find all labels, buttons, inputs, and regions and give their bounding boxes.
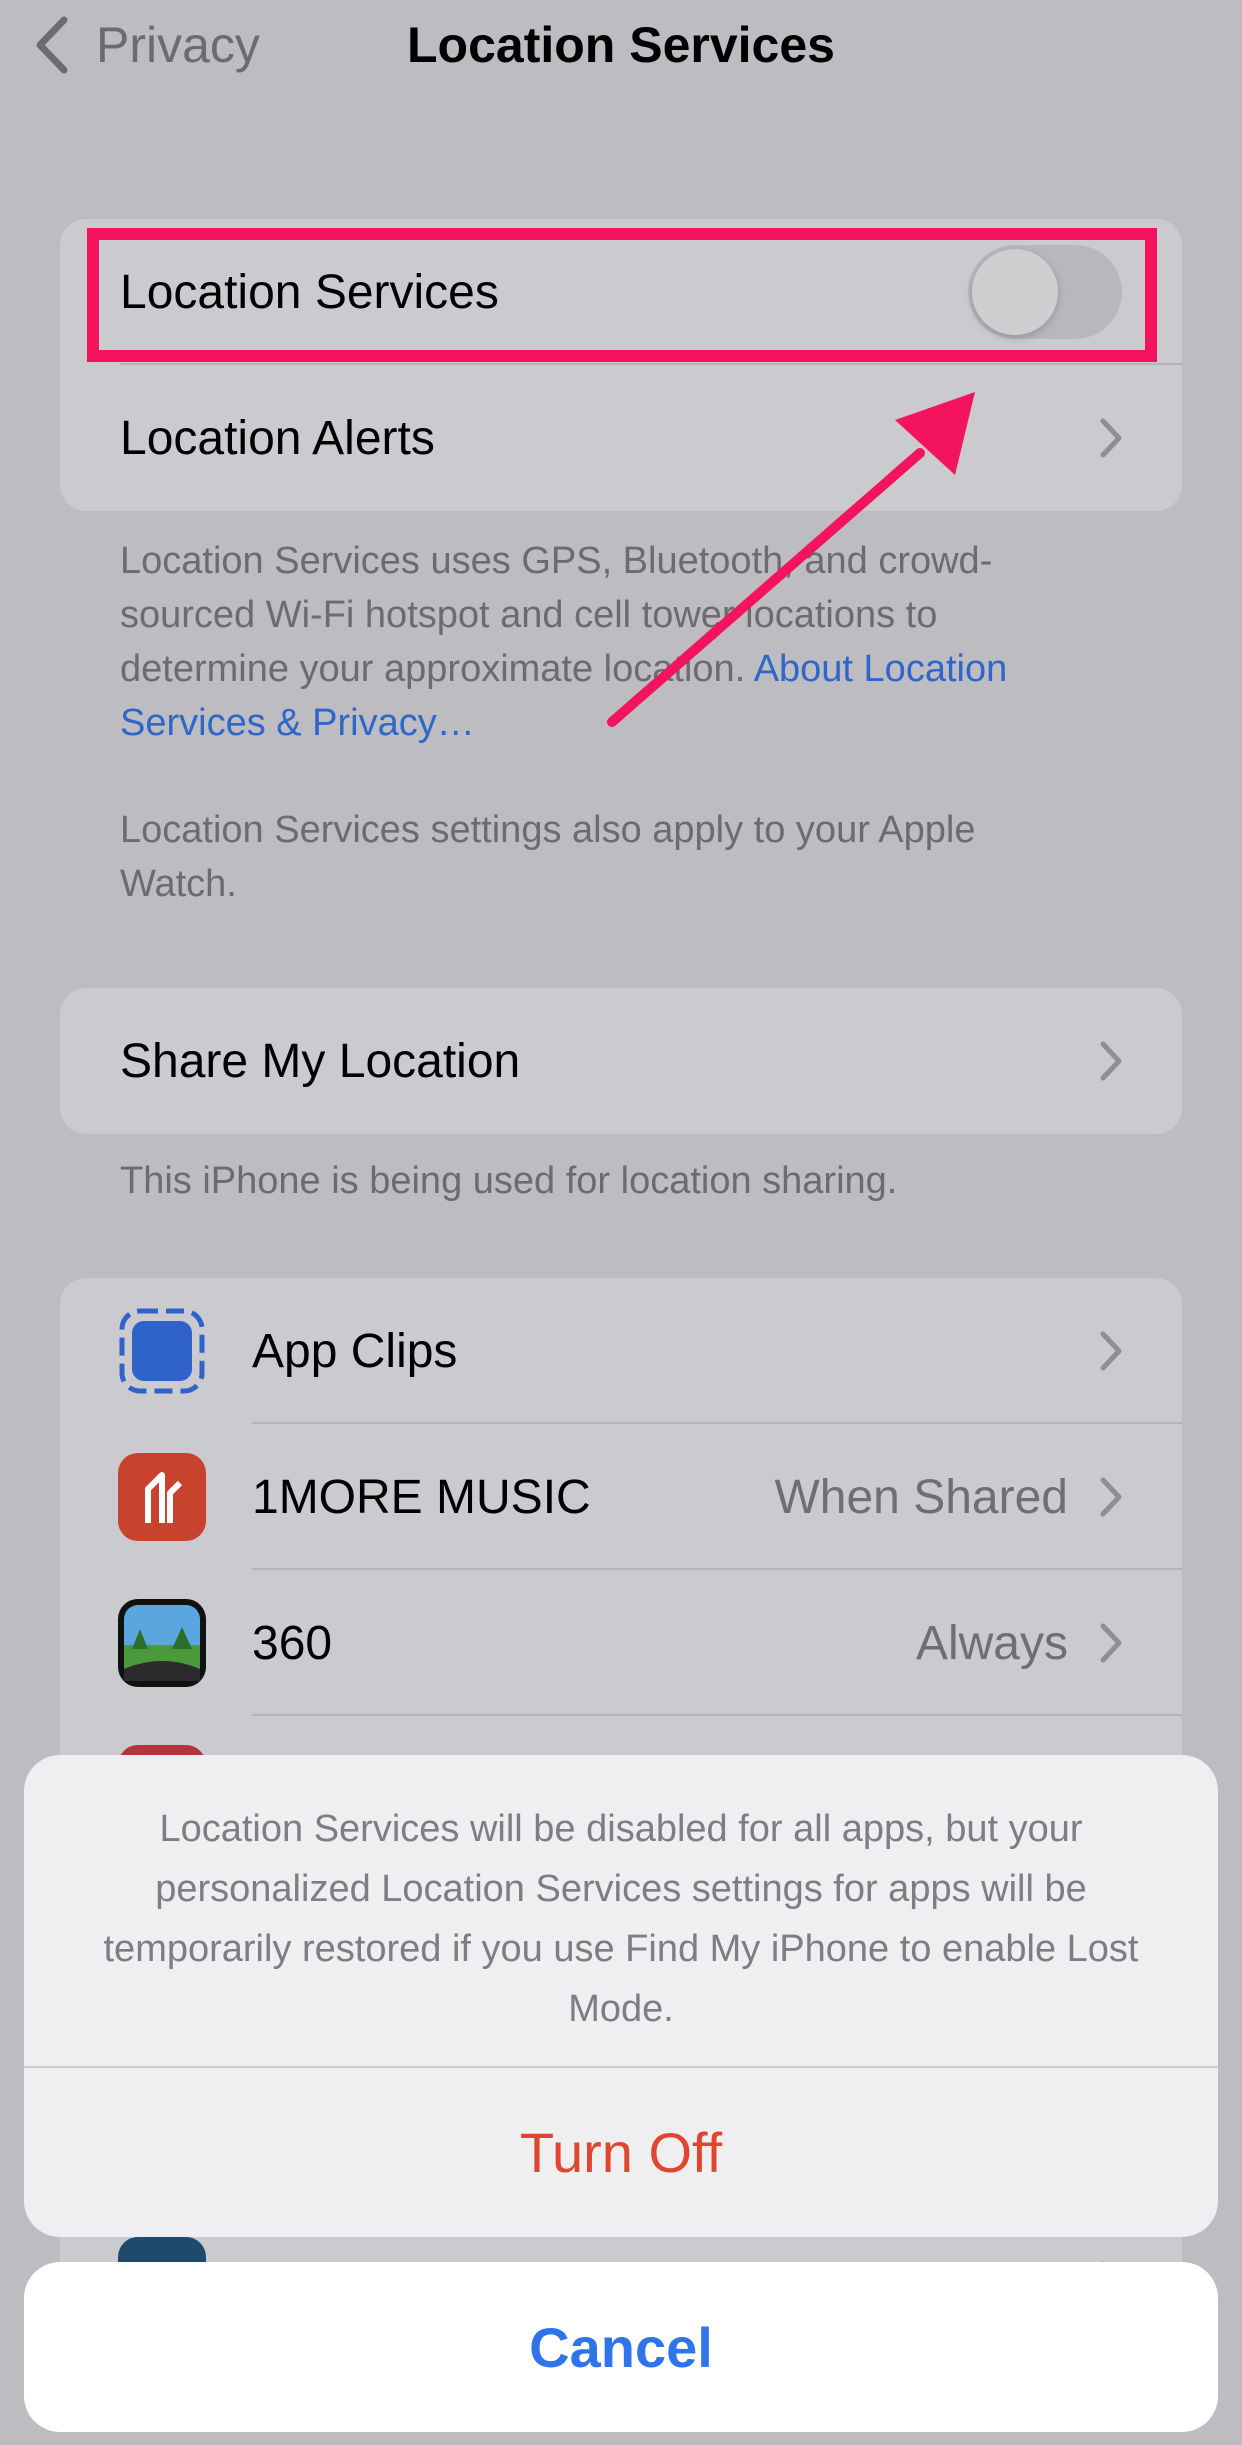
share-my-location-row[interactable]: Share My Location [60, 988, 1182, 1134]
share-location-group: Share My Location [60, 988, 1182, 1134]
app-name: 360 [252, 1616, 333, 1670]
chevron-right-icon [1100, 1041, 1122, 1081]
app-row[interactable]: App Clips [60, 1278, 1182, 1424]
app-row[interactable]: 1MORE MUSIC When Shared [60, 1424, 1182, 1570]
back-button-label: Privacy [96, 17, 260, 73]
back-button[interactable]: Privacy [34, 14, 260, 76]
action-sheet-message: Location Services will be disabled for a… [103, 1808, 1139, 2030]
1more-music-icon [118, 1453, 206, 1541]
apple-watch-note: Location Services settings also apply to… [120, 809, 976, 905]
chevron-right-icon [1100, 1623, 1122, 1663]
chevron-right-icon [1100, 418, 1122, 458]
app-name: App Clips [252, 1324, 458, 1378]
app-clips-icon [118, 1307, 206, 1395]
app-name: 1MORE MUSIC [252, 1470, 591, 1524]
turn-off-button[interactable]: Turn Off [24, 2068, 1218, 2237]
location-services-description: Location Services uses GPS, Bluetooth, a… [120, 534, 1100, 750]
permission-value: Always [915, 1616, 1068, 1670]
location-alerts-label: Location Alerts [120, 411, 435, 465]
cancel-button[interactable]: Cancel [24, 2262, 1218, 2432]
action-sheet: Location Services will be disabled for a… [24, 1755, 1218, 2237]
location-sharing-note: This iPhone is being used for location s… [120, 1160, 898, 1202]
highlight-box [87, 228, 1157, 362]
chevron-right-icon [1100, 1331, 1122, 1371]
chevron-left-icon [36, 16, 68, 74]
share-my-location-label: Share My Location [120, 1034, 521, 1088]
chevron-right-icon [1100, 1477, 1122, 1517]
permission-value: When Shared [774, 1470, 1068, 1524]
app-row[interactable]: 360 Always [60, 1570, 1182, 1716]
360-app-icon [118, 1599, 206, 1687]
location-alerts-row[interactable]: Location Alerts [60, 365, 1182, 511]
